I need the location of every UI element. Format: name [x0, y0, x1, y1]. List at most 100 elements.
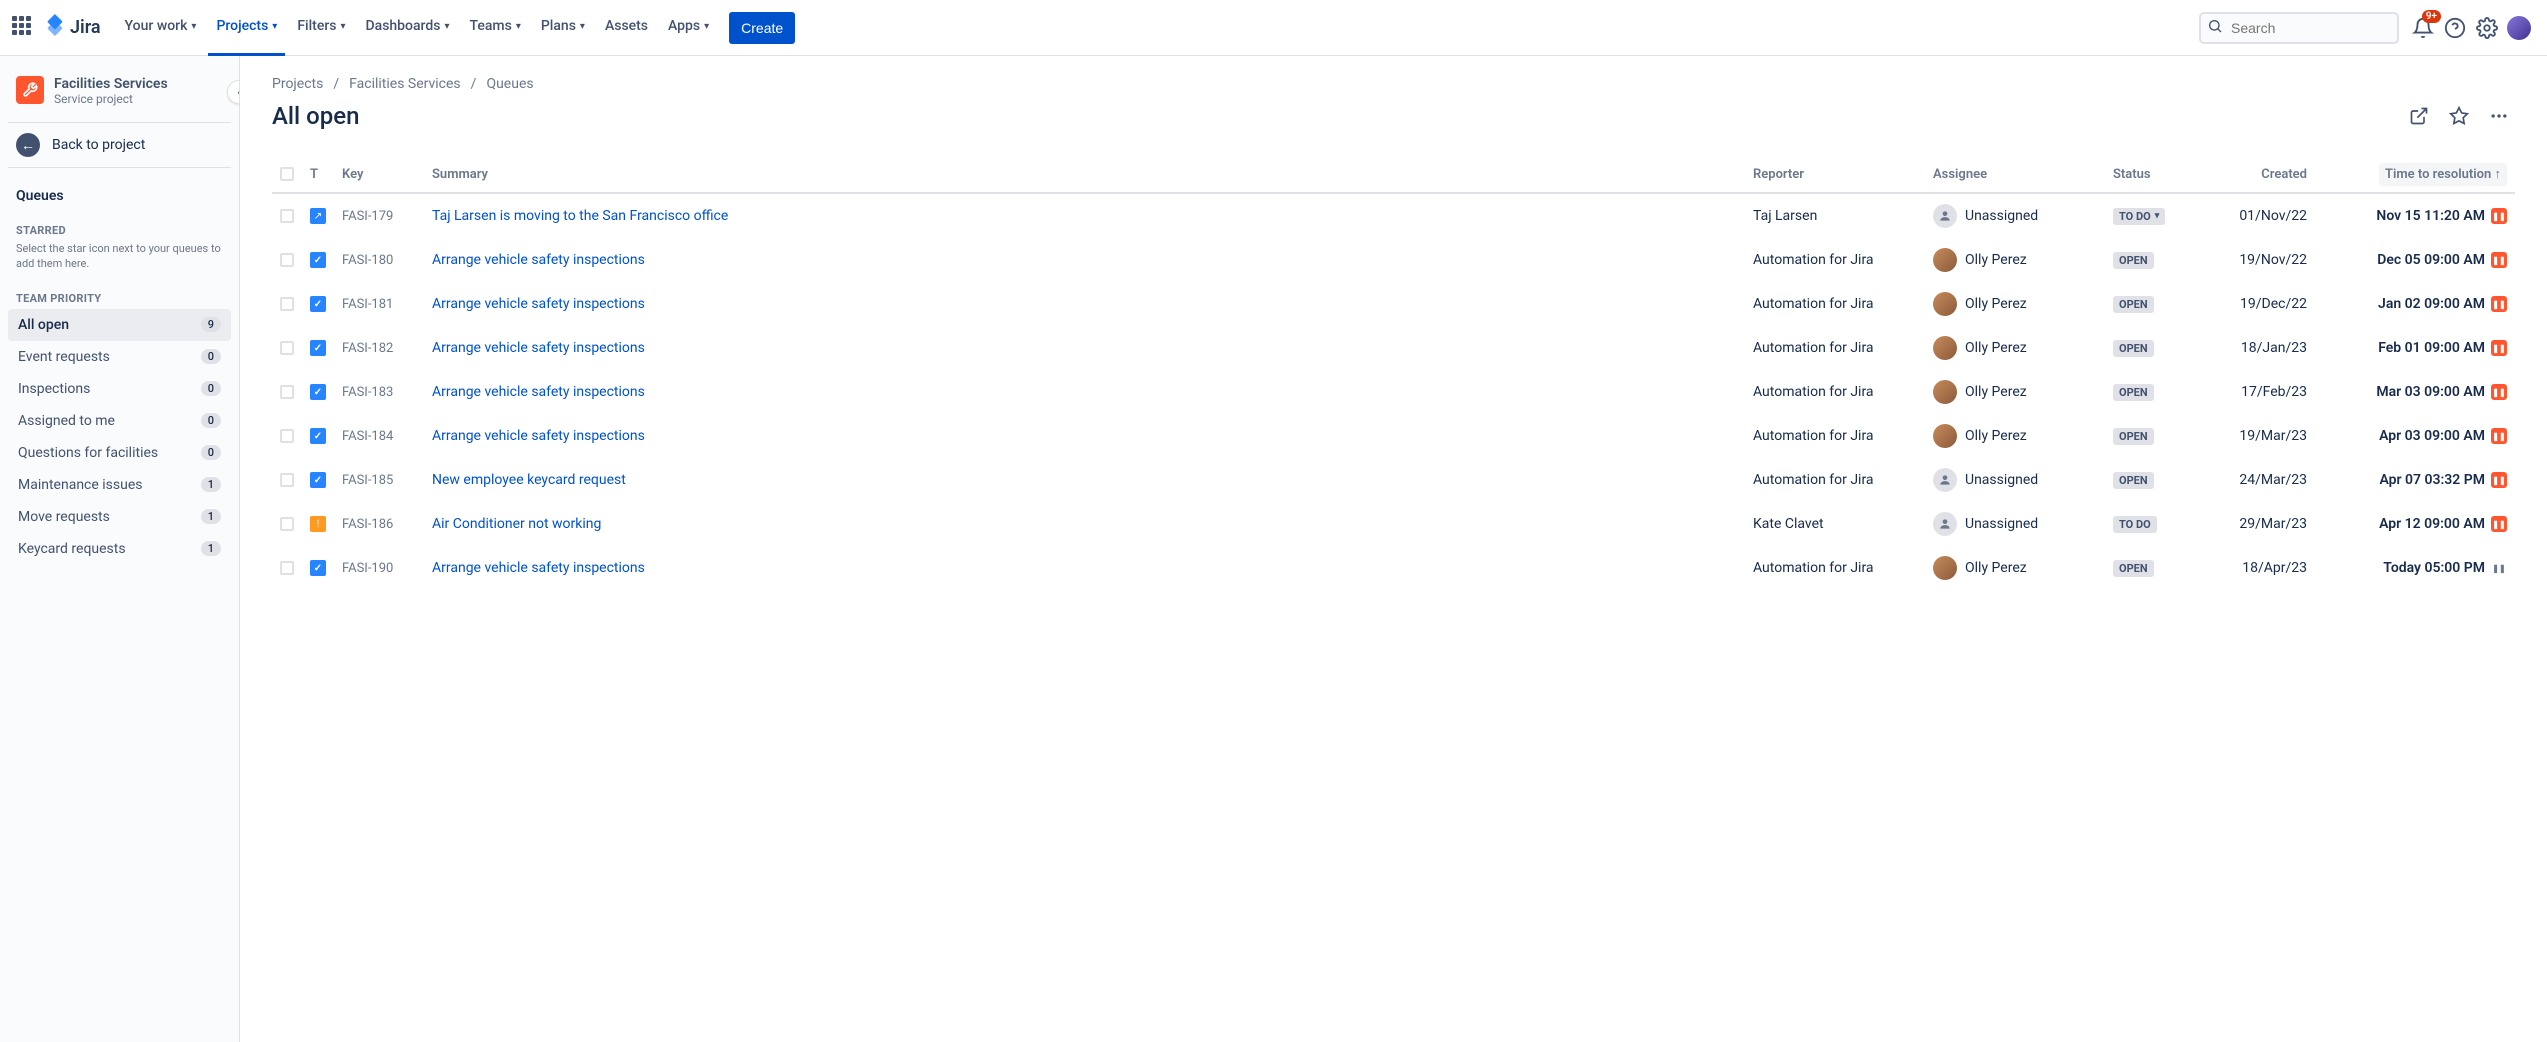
pause-icon: ❚❚	[2491, 296, 2507, 312]
col-assignee[interactable]: Assignee	[1925, 156, 2105, 193]
select-all-checkbox[interactable]	[280, 167, 294, 181]
assignee-name: Olly Perez	[1965, 296, 2027, 312]
table-row[interactable]: ✓FASI-184Arrange vehicle safety inspecti…	[272, 414, 2515, 458]
status-badge[interactable]: OPEN	[2113, 428, 2154, 445]
sla-time: Nov 15 11:20 AM	[2376, 208, 2485, 224]
row-checkbox[interactable]	[280, 341, 294, 355]
row-checkbox[interactable]	[280, 517, 294, 531]
table-row[interactable]: ✓FASI-182Arrange vehicle safety inspecti…	[272, 326, 2515, 370]
row-checkbox[interactable]	[280, 561, 294, 575]
queue-item-maintenance-issues[interactable]: Maintenance issues1	[8, 469, 231, 501]
issue-summary-link[interactable]: Taj Larsen is moving to the San Francisc…	[432, 208, 728, 224]
table-row[interactable]: ✓ FASI-180 Arrange vehicle safety inspecti…	[272, 238, 2515, 282]
nav-item-assets[interactable]: Assets	[597, 0, 656, 56]
table-row[interactable]: ↗FASI-179Taj Larsen is moving to the San…	[272, 193, 2515, 238]
issue-summary-link[interactable]: Arrange vehicle safety inspections	[432, 384, 645, 400]
nav-item-label: Dashboards	[366, 18, 441, 34]
queue-item-all-open[interactable]: All open9	[8, 309, 231, 341]
nav-item-projects[interactable]: Projects▾	[208, 0, 285, 56]
status-badge[interactable]: OPEN	[2113, 296, 2154, 313]
table-row[interactable]: !FASI-186Air Conditioner not workingKate…	[272, 502, 2515, 546]
breadcrumb-item[interactable]: Projects	[272, 76, 323, 92]
queue-item-count: 1	[201, 509, 221, 524]
row-checkbox[interactable]	[280, 385, 294, 399]
status-badge[interactable]: TO DO	[2113, 516, 2157, 533]
queue-item-assigned-to-me[interactable]: Assigned to me0	[8, 405, 231, 437]
issue-key[interactable]: FASI-180	[334, 238, 424, 282]
open-external-icon[interactable]	[2403, 100, 2435, 132]
issue-key[interactable]: FASI-179	[334, 193, 424, 238]
col-status[interactable]: Status	[2105, 156, 2205, 193]
status-badge[interactable]: OPEN	[2113, 560, 2154, 577]
issue-key[interactable]: FASI-184	[334, 414, 424, 458]
settings-icon[interactable]	[2471, 12, 2503, 44]
issue-key[interactable]: FASI-190	[334, 546, 424, 590]
status-badge[interactable]: OPEN	[2113, 252, 2154, 269]
nav-item-filters[interactable]: Filters▾	[289, 0, 353, 56]
queue-item-keycard-requests[interactable]: Keycard requests1	[8, 533, 231, 565]
help-icon[interactable]	[2439, 12, 2471, 44]
jira-logo[interactable]: Jira	[44, 14, 101, 42]
assignee-name: Olly Perez	[1965, 560, 2027, 576]
issue-key[interactable]: FASI-183	[334, 370, 424, 414]
row-checkbox[interactable]	[280, 253, 294, 267]
task-type-icon: ✓	[310, 252, 326, 268]
pause-icon: ❚❚	[2491, 472, 2507, 488]
col-reporter[interactable]: Reporter	[1745, 156, 1925, 193]
row-checkbox[interactable]	[280, 297, 294, 311]
more-icon[interactable]	[2483, 100, 2515, 132]
back-to-project[interactable]: ← Back to project	[8, 122, 231, 168]
row-checkbox[interactable]	[280, 429, 294, 443]
issue-key[interactable]: FASI-181	[334, 282, 424, 326]
row-checkbox[interactable]	[280, 209, 294, 223]
status-badge[interactable]: OPEN	[2113, 472, 2154, 489]
issue-summary-link[interactable]: Arrange vehicle safety inspections	[432, 340, 645, 356]
breadcrumb-item[interactable]: Facilities Services	[349, 76, 461, 92]
queue-item-label: Move requests	[18, 509, 110, 525]
sla-time: Apr 07 03:32 PM	[2379, 472, 2485, 488]
queue-item-inspections[interactable]: Inspections0	[8, 373, 231, 405]
status-badge[interactable]: OPEN	[2113, 384, 2154, 401]
table-row[interactable]: ✓FASI-181Arrange vehicle safety inspecti…	[272, 282, 2515, 326]
table-row[interactable]: ✓FASI-185New employee keycard requestAut…	[272, 458, 2515, 502]
issue-key[interactable]: FASI-182	[334, 326, 424, 370]
nav-item-apps[interactable]: Apps▾	[660, 0, 717, 56]
col-type[interactable]: T	[302, 156, 334, 193]
app-switcher-icon[interactable]	[12, 16, 36, 40]
issue-summary-link[interactable]: Arrange vehicle safety inspections	[432, 252, 645, 268]
queue-item-move-requests[interactable]: Move requests 1	[8, 501, 231, 533]
breadcrumb-item[interactable]: Queues	[486, 76, 533, 92]
table-row[interactable]: ✓FASI-183Arrange vehicle safety inspecti…	[272, 370, 2515, 414]
queue-item-questions-for-facilities[interactable]: Questions for facilities0	[8, 437, 231, 469]
col-key[interactable]: Key	[334, 156, 424, 193]
nav-item-your-work[interactable]: Your work▾	[117, 0, 205, 56]
profile-avatar[interactable]	[2503, 12, 2535, 44]
reporter-name: Kate Clavet	[1745, 502, 1925, 546]
queue-item-label: Questions for facilities	[18, 445, 158, 461]
issue-summary-link[interactable]: Arrange vehicle safety inspections	[432, 428, 645, 444]
task-type-icon: ✓	[310, 472, 326, 488]
issue-summary-link[interactable]: Arrange vehicle safety inspections	[432, 560, 645, 576]
issue-summary-link[interactable]: Arrange vehicle safety inspections	[432, 296, 645, 312]
star-icon[interactable]	[2443, 100, 2475, 132]
reporter-name: Automation for Jira	[1745, 238, 1925, 282]
queue-item-event-requests[interactable]: Event requests0	[8, 341, 231, 373]
col-sla[interactable]: Time to resolution ↑	[2315, 156, 2515, 193]
project-header[interactable]: Facilities Services Service project	[8, 72, 231, 122]
nav-item-plans[interactable]: Plans▾	[533, 0, 593, 56]
notifications-icon[interactable]: 9+	[2407, 12, 2439, 44]
nav-item-dashboards[interactable]: Dashboards▾	[358, 0, 458, 56]
issue-summary-link[interactable]: New employee keycard request	[432, 472, 626, 488]
row-checkbox[interactable]	[280, 473, 294, 487]
col-summary[interactable]: Summary	[424, 156, 1745, 193]
table-row[interactable]: ✓FASI-190Arrange vehicle safety inspecti…	[272, 546, 2515, 590]
status-badge[interactable]: OPEN	[2113, 340, 2154, 357]
issue-key[interactable]: FASI-185	[334, 458, 424, 502]
col-created[interactable]: Created	[2205, 156, 2315, 193]
search-input[interactable]	[2199, 12, 2399, 44]
create-button[interactable]: Create	[729, 12, 795, 44]
issue-key[interactable]: FASI-186	[334, 502, 424, 546]
issue-summary-link[interactable]: Air Conditioner not working	[432, 516, 601, 532]
nav-item-teams[interactable]: Teams▾	[462, 0, 529, 56]
status-badge[interactable]: TO DO ▾	[2113, 208, 2165, 225]
